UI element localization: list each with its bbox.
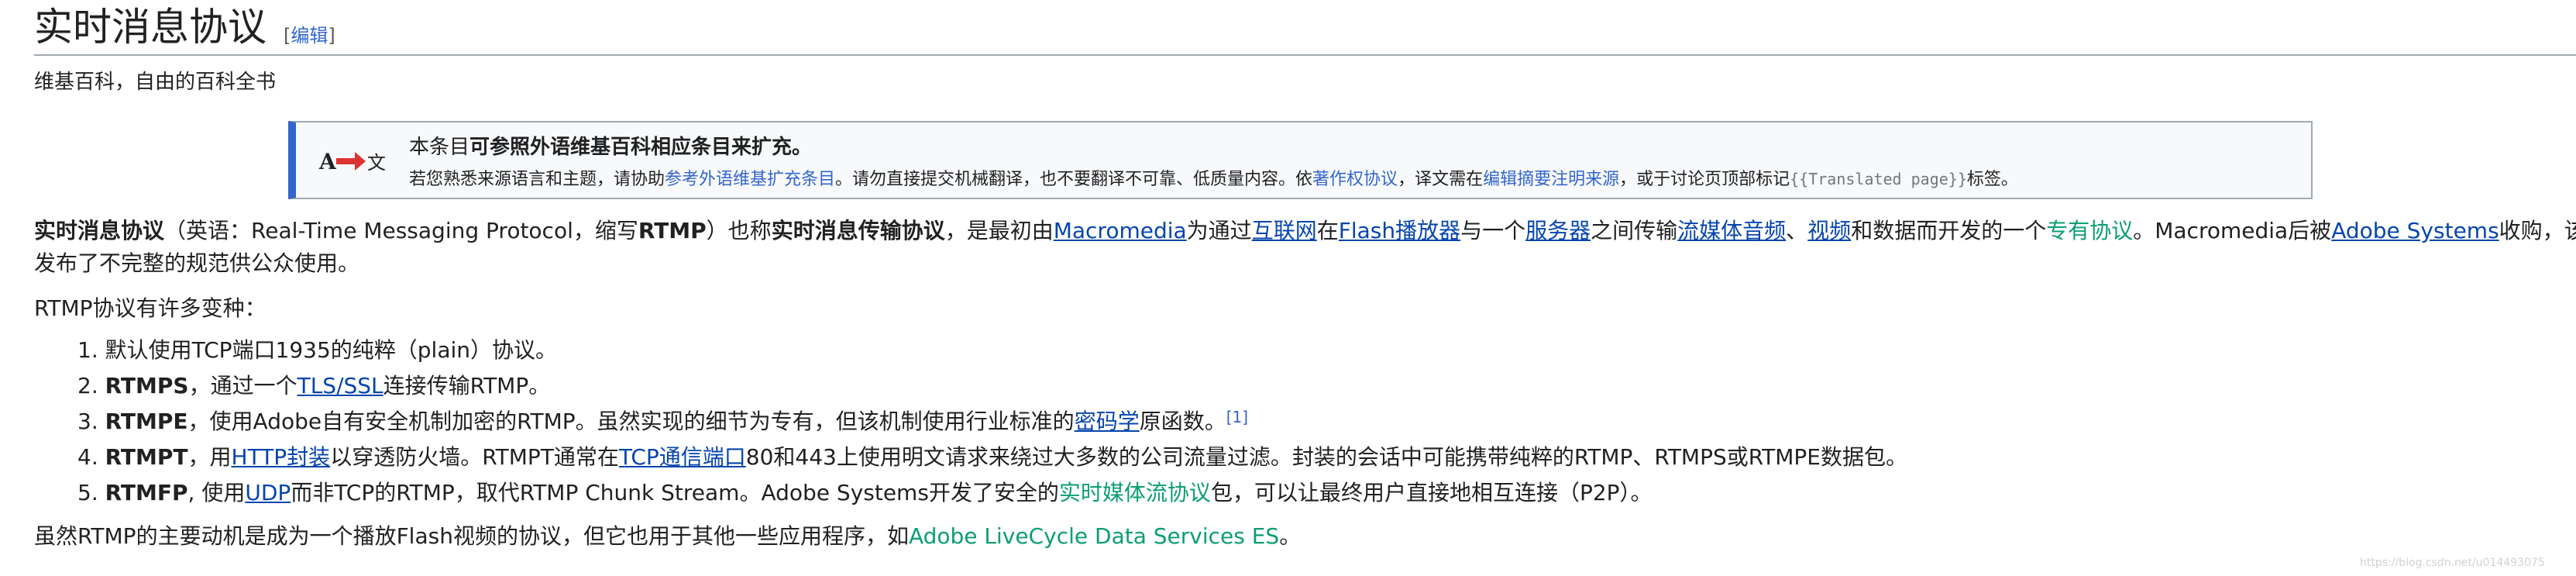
site-tagline: 维基百科，自由的百科全书 xyxy=(34,71,277,94)
edit-link[interactable]: 编辑 xyxy=(291,25,328,47)
internet-link[interactable]: 互联网 xyxy=(1252,218,1317,243)
list-item: 4. RTMPT，用HTTP封装以穿透防火墙。RTMPT通常在TCP通信端口80… xyxy=(77,442,1907,473)
translate-icon-to: 文 xyxy=(367,152,386,174)
translate-icon: A 文 xyxy=(318,146,387,177)
notice-text-a: 若您熟悉来源语言和主题，请协助 xyxy=(409,170,665,189)
list-text: 而非TCP的RTMP，取代RTMP Chunk Stream。Adobe Sys… xyxy=(291,480,1059,505)
list-item: 5. RTMFP, 使用UDP而非TCP的RTMP，取代RTMP Chunk S… xyxy=(77,478,1653,509)
streaming-audio-link[interactable]: 流媒体音频 xyxy=(1677,218,1786,243)
server-link[interactable]: 服务器 xyxy=(1525,218,1591,243)
notice-text-b: 。请勿直接提交机械翻译，也不要翻译不可靠、低质量内容。依 xyxy=(835,170,1313,189)
edit-section: [编辑] xyxy=(284,25,335,47)
tls-ssl-link[interactable]: TLS/SSL xyxy=(297,373,383,398)
copyright-license-link[interactable]: 著作权协议 xyxy=(1312,170,1398,189)
list-item: 2. RTMPS，通过一个TLS/SSL连接传输RTMP。 xyxy=(77,371,550,402)
translation-notice-box: A 文 本条目可参照外语维基百科相应条目来扩充。 若您熟悉来源语言和主题，请协助… xyxy=(288,121,2313,199)
notice-detail: 若您熟悉来源语言和主题，请协助参考外语维基扩充条目。请勿直接提交机械翻译，也不要… xyxy=(409,167,2018,191)
list-text: , 使用 xyxy=(187,480,246,505)
variants-intro: RTMP协议有许多变种： xyxy=(34,295,267,321)
list-text: 包，可以让最终用户直接地相互连接（P2P）。 xyxy=(1210,480,1653,505)
intro-text: ）也称 xyxy=(706,218,772,243)
list-text: ，使用Adobe自有安全机制加密的RTMP。虽然实现的细节为专有，但该机制使用行… xyxy=(187,409,1075,434)
closing-paragraph: 虽然RTMP的主要动机是成为一个播放Flash视频的协议，但它也用于其他一些应用… xyxy=(34,521,1301,552)
intro-alt-term: 实时消息传输协议 xyxy=(771,218,945,243)
list-item: 1. 默认使用TCP端口1935的纯粹（plain）协议。 xyxy=(77,335,557,366)
translated-page-template: {{Translated page}} xyxy=(1790,170,1967,188)
list-text: ，通过一个 xyxy=(188,373,297,398)
variant-name: RTMPE xyxy=(105,409,188,434)
list-text: 以穿透防火墙。RTMPT通常在 xyxy=(330,444,619,470)
cryptography-link[interactable]: 密码学 xyxy=(1075,409,1140,434)
edit-bracket-open: [ xyxy=(284,25,291,47)
notice-text-d: ，或于讨论页顶部标记 xyxy=(1619,170,1790,189)
proprietary-protocol-link[interactable]: 专有协议 xyxy=(2046,218,2133,243)
intro-text: 收购，该协议也已 xyxy=(2499,218,2576,243)
edit-summary-attribution-link[interactable]: 编辑摘要注明来源 xyxy=(1483,170,1619,189)
list-text: 80和443上使用明文请求来绕过大多数的公司流量过滤。封装的会话中可能携带纯粹的… xyxy=(745,444,1908,470)
closing-end: 。 xyxy=(1279,523,1302,549)
list-number: 2. xyxy=(77,373,98,398)
heading-row: 实时消息协议 [编辑] xyxy=(34,2,335,53)
list-text: 原函数。 xyxy=(1139,409,1226,434)
list-number: 3. xyxy=(77,409,98,434)
notice-text-e: 标签。 xyxy=(1966,170,2018,189)
intro-text: （英语：Real-Time Messaging Protocol，缩写 xyxy=(164,218,638,243)
video-link[interactable]: 视频 xyxy=(1807,218,1851,243)
notice-headline-bold: 可参照外语维基百科相应条目来扩充。 xyxy=(469,136,813,159)
reference-1-link[interactable]: [1] xyxy=(1226,408,1248,426)
intro-text: 为通过 xyxy=(1186,218,1252,243)
macromedia-link[interactable]: Macromedia xyxy=(1054,218,1187,243)
edit-bracket-close: ] xyxy=(328,25,335,47)
adobe-systems-link[interactable]: Adobe Systems xyxy=(2331,218,2499,243)
intro-text: 、 xyxy=(1786,218,1808,243)
list-text: 连接传输RTMP。 xyxy=(383,373,551,398)
intro-paragraph-line-2: 发布了不完整的规范供公众使用。 xyxy=(34,250,360,276)
variant-name: RTMFP xyxy=(105,480,188,505)
watermark: https://blog.csdn.net/u014493075 xyxy=(2360,557,2545,569)
article-page: 实时消息协议 [编辑] 维基百科，自由的百科全书 A 文 本条目可参照外语维基百科… xyxy=(0,0,2576,576)
tcp-port-link[interactable]: TCP通信端口 xyxy=(619,444,746,470)
notice-headline-prefix: 本条目 xyxy=(409,136,470,159)
notice-text-c: ，译文需在 xyxy=(1398,170,1484,189)
real-time-media-flow-protocol-link[interactable]: 实时媒体流协议 xyxy=(1059,480,1211,505)
livecycle-link[interactable]: Adobe LiveCycle Data Services ES xyxy=(909,523,1279,549)
list-text: 默认使用TCP端口1935的纯粹（plain）协议。 xyxy=(105,337,558,363)
intro-text: 之间传输 xyxy=(1591,218,1678,243)
intro-text: 与一个 xyxy=(1460,218,1526,243)
list-number: 1. xyxy=(77,337,98,363)
page-title: 实时消息协议 xyxy=(34,5,267,50)
variant-name: RTMPS xyxy=(105,373,189,398)
intro-text: 在 xyxy=(1316,218,1339,243)
notice-headline: 本条目可参照外语维基百科相应条目来扩充。 xyxy=(409,133,812,161)
http-tunnel-link[interactable]: HTTP封装 xyxy=(232,444,331,470)
title-divider xyxy=(34,54,2576,56)
udp-link[interactable]: UDP xyxy=(245,480,291,505)
intro-text: 。Macromedia后被 xyxy=(2133,218,2332,243)
variant-name: RTMPT xyxy=(105,444,188,470)
expand-from-foreign-link[interactable]: 参考外语维基扩充条目 xyxy=(665,170,835,189)
list-text: ，用 xyxy=(187,444,232,470)
list-number: 4. xyxy=(77,444,98,470)
list-number: 5. xyxy=(77,480,98,505)
intro-term: 实时消息协议 xyxy=(34,218,165,243)
intro-text: 和数据而开发的一个 xyxy=(1851,218,2047,243)
translate-icon-from: A xyxy=(318,149,337,174)
flash-player-link[interactable]: Flash播放器 xyxy=(1339,218,1460,243)
intro-paragraph-line-1: 实时消息协议（英语：Real-Time Messaging Protocol，缩… xyxy=(34,216,2576,247)
list-item: 3. RTMPE，使用Adobe自有安全机制加密的RTMP。虽然实现的细节为专有… xyxy=(77,406,1248,437)
intro-text: ，是最初由 xyxy=(944,218,1054,243)
intro-abbr: RTMP xyxy=(638,218,707,243)
closing-text: 虽然RTMP的主要动机是成为一个播放Flash视频的协议，但它也用于其他一些应用… xyxy=(34,523,909,549)
